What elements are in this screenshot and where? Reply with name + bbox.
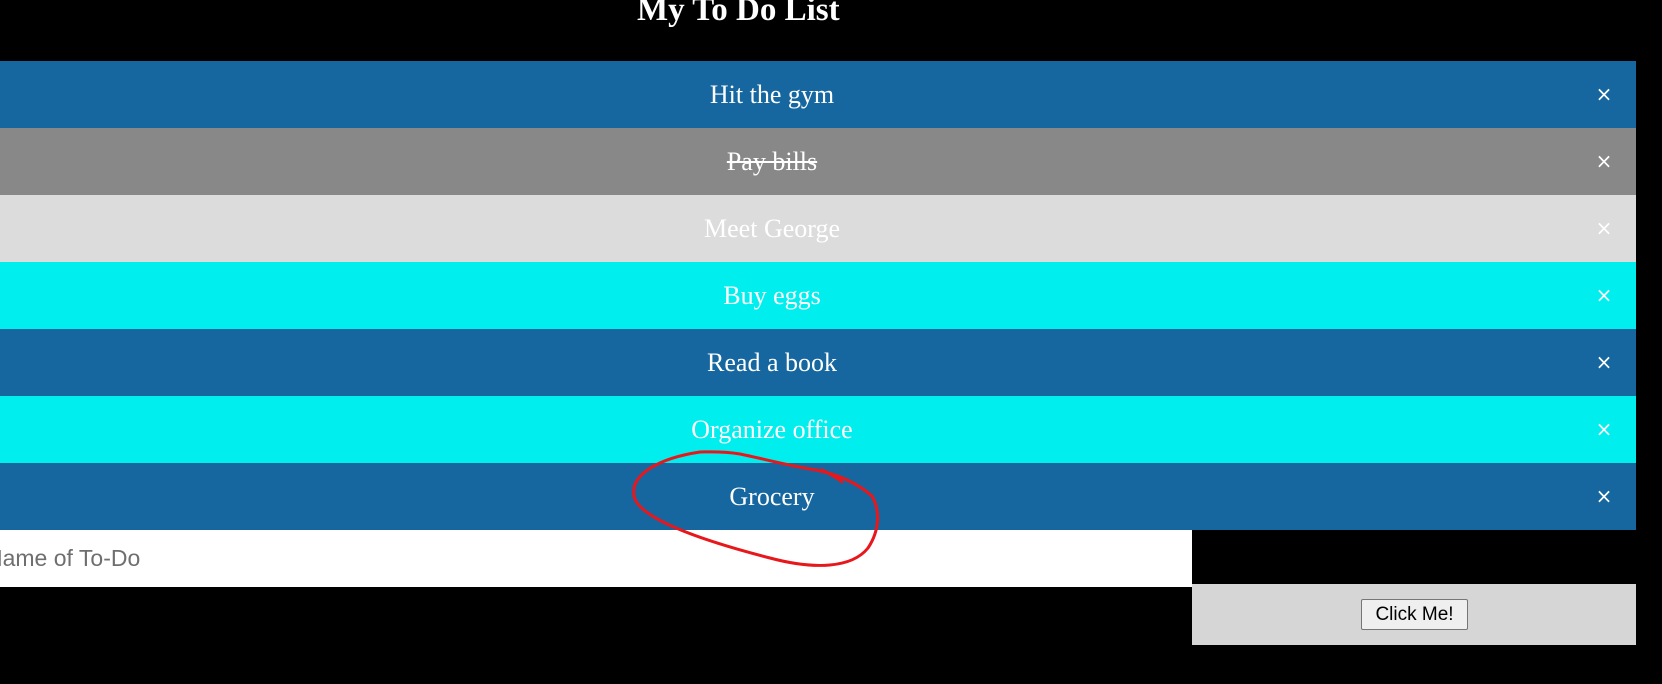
- todo-item-hit-the-gym[interactable]: Hit the gym ×: [0, 61, 1636, 128]
- todo-item-meet-george[interactable]: Meet George ×: [0, 195, 1636, 262]
- todo-item-buy-eggs[interactable]: Buy eggs ×: [0, 262, 1636, 329]
- close-icon[interactable]: ×: [1589, 329, 1619, 396]
- todo-item-text: Read a book: [707, 348, 837, 377]
- todo-item-text: Hit the gym: [709, 80, 835, 109]
- todo-item-text: Pay bills: [726, 147, 818, 176]
- add-todo-button[interactable]: Click Me!: [1361, 599, 1468, 630]
- close-icon[interactable]: ×: [1589, 195, 1619, 262]
- close-icon[interactable]: ×: [1589, 61, 1619, 128]
- todo-item-text: Grocery: [729, 482, 815, 511]
- close-icon[interactable]: ×: [1589, 128, 1619, 195]
- todo-item-grocery[interactable]: Grocery ×: [0, 463, 1636, 530]
- todo-name-input[interactable]: [0, 530, 1192, 587]
- todo-item-organize-office[interactable]: Organize office ×: [0, 396, 1636, 463]
- close-icon[interactable]: ×: [1589, 463, 1619, 530]
- close-icon[interactable]: ×: [1589, 396, 1619, 463]
- page-title: My To Do List: [637, 0, 840, 28]
- todo-list: Hit the gym × Pay bills × Meet George × …: [0, 61, 1636, 530]
- todo-item-text: Meet George: [704, 214, 840, 243]
- todo-item-pay-bills[interactable]: Pay bills ×: [0, 128, 1636, 195]
- todo-item-text: Buy eggs: [723, 281, 821, 310]
- close-icon[interactable]: ×: [1589, 262, 1619, 329]
- todo-item-text: Organize office: [691, 415, 853, 444]
- todo-item-read-a-book[interactable]: Read a book ×: [0, 329, 1636, 396]
- add-todo-panel: Click Me!: [1192, 584, 1636, 645]
